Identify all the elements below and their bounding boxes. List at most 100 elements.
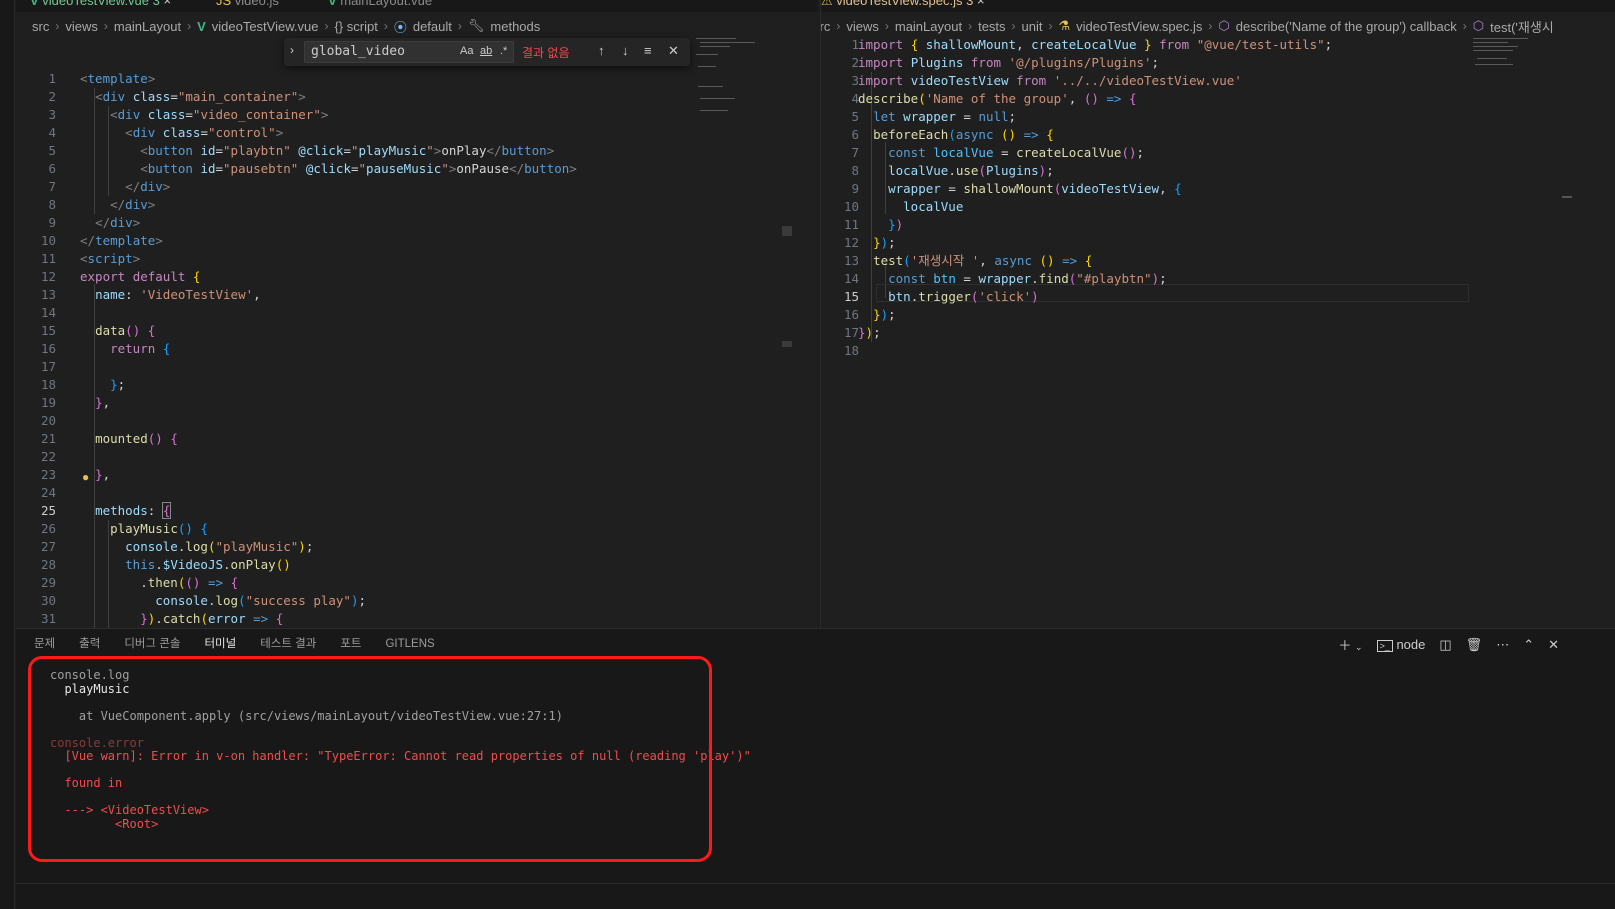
breadcrumb-file[interactable]: videoTestView.vue [212, 19, 319, 34]
breadcrumb-test[interactable]: test('재생시 [1490, 17, 1554, 36]
breadcrumb-default[interactable]: default [413, 19, 452, 34]
code-line[interactable] [80, 412, 577, 430]
breadcrumb-methods[interactable]: methods [490, 19, 540, 34]
code-line[interactable]: }); [858, 234, 1332, 252]
breadcrumb-views[interactable]: views [846, 19, 879, 34]
breadcrumb-tests[interactable]: tests [978, 19, 1005, 34]
code-line[interactable]: playMusic() { [80, 520, 577, 538]
status-bar [16, 883, 1615, 909]
right-code-content[interactable]: import { shallowMount, createLocalVue } … [858, 36, 1332, 360]
code-line[interactable]: describe('Name of the group', () => { [858, 90, 1332, 108]
more-actions-icon[interactable]: ⋯ [1496, 637, 1509, 653]
tab-terminal[interactable]: 터미널 [204, 637, 237, 657]
lightbulb-icon[interactable]: ● [82, 470, 89, 484]
code-line[interactable]: import { shallowMount, createLocalVue } … [858, 36, 1332, 54]
regex-icon[interactable]: .* [500, 45, 507, 57]
code-line[interactable]: console.log("success play"); [80, 592, 577, 610]
code-line[interactable] [80, 358, 577, 376]
tab-ports[interactable]: 포트 [340, 637, 361, 657]
line-number: 10 [843, 199, 859, 214]
previous-match-icon[interactable]: ↑ [598, 43, 605, 58]
maximize-panel-icon[interactable]: ⌃ [1523, 637, 1534, 653]
breadcrumb-describe[interactable]: describe('Name of the group') callback [1236, 19, 1457, 34]
code-line[interactable]: .then(() => { [80, 574, 577, 592]
left-vertical-scrollbar[interactable] [780, 36, 794, 644]
breadcrumb-unit[interactable]: unit [1022, 19, 1043, 34]
code-line[interactable]: }); [858, 306, 1332, 324]
tab-video-js[interactable]: JS video.js [216, 0, 279, 11]
code-line[interactable]: export default { [80, 268, 577, 286]
tab-output[interactable]: 출력 [79, 637, 100, 657]
code-line[interactable]: btn.trigger('click') [858, 288, 1332, 306]
breadcrumb-views[interactable]: views [65, 19, 98, 34]
code-line[interactable]: </template> [80, 232, 577, 250]
breadcrumb-src[interactable]: src [821, 19, 830, 34]
code-line[interactable]: beforeEach(async () => { [858, 126, 1332, 144]
code-line[interactable] [858, 342, 1332, 360]
line-number: 10 [40, 233, 56, 248]
activity-bar [0, 0, 15, 909]
code-line[interactable]: <div class="control"> [80, 124, 577, 142]
left-code-content[interactable]: <template> <div class="main_container"> … [80, 70, 577, 644]
code-line[interactable]: mounted() { [80, 430, 577, 448]
breadcrumb-script[interactable]: {} script [334, 19, 377, 34]
code-line[interactable]: import videoTestView from '../../videoTe… [858, 72, 1332, 90]
close-panel-icon[interactable]: ✕ [1548, 637, 1559, 653]
breadcrumb-mainLayout[interactable]: mainLayout [895, 19, 962, 34]
close-find-icon[interactable]: ✕ [668, 43, 679, 59]
new-terminal-icon[interactable]: ＋ ⌄ [1338, 635, 1362, 654]
left-minimap[interactable] [696, 36, 766, 126]
breadcrumb-src[interactable]: src [32, 19, 49, 34]
right-minimap[interactable] [1473, 36, 1543, 126]
code-line[interactable]: const btn = wrapper.find("#playbtn"); [858, 270, 1332, 288]
code-line[interactable]: }, [80, 466, 577, 484]
code-line[interactable]: <template> [80, 70, 577, 88]
code-line[interactable]: return { [80, 340, 577, 358]
code-line[interactable]: name: 'VideoTestView', [80, 286, 577, 304]
split-terminal-icon[interactable]: ◫ [1439, 637, 1451, 653]
code-line[interactable]: <div class="video_container"> [80, 106, 577, 124]
tab-videoTestView-spec-js[interactable]: ⚠︎ videoTestView.spec.js 3 × [821, 0, 985, 11]
breadcrumb-spec-file[interactable]: videoTestView.spec.js [1076, 19, 1202, 34]
code-line[interactable]: methods: { [80, 502, 577, 520]
tab-test-results[interactable]: 테스트 결과 [260, 637, 316, 657]
code-line[interactable]: <script> [80, 250, 577, 268]
code-line[interactable]: }); [858, 324, 1332, 342]
next-match-icon[interactable]: ↓ [622, 43, 629, 58]
code-line[interactable]: }) [858, 216, 1332, 234]
tab-problems[interactable]: 문제 [34, 637, 55, 657]
code-line[interactable] [80, 304, 577, 322]
tab-gitlens[interactable]: GITLENS [385, 637, 434, 657]
code-line[interactable]: localVue [858, 198, 1332, 216]
code-line[interactable]: </div> [80, 214, 577, 232]
code-line[interactable]: console.log("playMusic"); [80, 538, 577, 556]
code-line[interactable]: test('재생시작 ', async () => { [858, 252, 1332, 270]
code-line[interactable]: import Plugins from '@/plugins/Plugins'; [858, 54, 1332, 72]
code-line[interactable]: </div> [80, 196, 577, 214]
code-line[interactable]: </div> [80, 178, 577, 196]
code-line[interactable]: let wrapper = null; [858, 108, 1332, 126]
code-line[interactable]: <button id="pausebtn" @click="pauseMusic… [80, 160, 577, 178]
code-line[interactable]: }).catch(error => { [80, 610, 577, 628]
code-line[interactable]: data() { [80, 322, 577, 340]
code-line[interactable]: }, [80, 394, 577, 412]
terminal-shell-selector[interactable]: >_ node [1376, 637, 1425, 652]
code-line[interactable]: const localVue = createLocalVue(); [858, 144, 1332, 162]
breadcrumb-mainLayout[interactable]: mainLayout [114, 19, 181, 34]
code-line[interactable]: }; [80, 376, 577, 394]
code-line[interactable] [80, 448, 577, 466]
code-line[interactable]: <button id="playbtn" @click="playMusic">… [80, 142, 577, 160]
code-line[interactable]: this.$VideoJS.onPlay() [80, 556, 577, 574]
tab-videoTestView-vue[interactable]: V videoTestView.vue 3 × [30, 0, 171, 11]
match-whole-word-icon[interactable]: ab [480, 45, 492, 57]
find-in-selection-icon[interactable]: ≡ [644, 43, 652, 58]
code-line[interactable]: <div class="main_container"> [80, 88, 577, 106]
code-line[interactable]: localVue.use(Plugins); [858, 162, 1332, 180]
code-line[interactable] [80, 484, 577, 502]
toggle-replace-chevron-icon[interactable]: › [290, 43, 294, 57]
match-case-icon[interactable]: Aa [460, 45, 473, 57]
trash-icon[interactable]: 🗑︎ [1466, 637, 1483, 653]
tab-debug-console[interactable]: 디버그 콘솔 [124, 637, 180, 657]
code-line[interactable]: wrapper = shallowMount(videoTestView, { [858, 180, 1332, 198]
tab-mainLayout-vue[interactable]: V mainLayout.vue [328, 0, 432, 11]
